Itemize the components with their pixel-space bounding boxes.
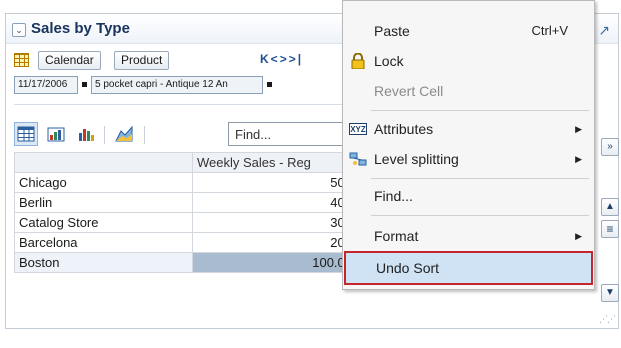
xyz-icon: XYZ — [349, 123, 367, 135]
svg-text:XYZ: XYZ — [350, 125, 366, 134]
table-row[interactable]: Catalog Store 300 — [14, 212, 357, 233]
table-row[interactable]: Berlin 400 — [14, 192, 357, 213]
menu-item-label: Revert Cell — [374, 83, 444, 99]
row-label[interactable]: Boston — [14, 252, 193, 273]
bar-chart-view-button[interactable] — [74, 122, 98, 146]
filter-separator — [267, 82, 272, 87]
navigation-arrows-icon[interactable]: K<>>| — [260, 52, 303, 66]
row-label[interactable]: Berlin — [14, 192, 193, 213]
submenu-arrow-icon: ▶ — [575, 124, 582, 134]
menu-item-shortcut: Ctrl+V — [531, 23, 568, 38]
first-page-icon[interactable]: K — [260, 52, 271, 66]
filter-separator — [82, 82, 87, 87]
cell-value[interactable]: 500 — [192, 172, 357, 193]
menu-item-attributes[interactable]: XYZ Attributes ▶ — [343, 114, 594, 144]
table-row-selected[interactable]: Boston 100.00 — [14, 252, 357, 273]
cell-value[interactable]: 300 — [192, 212, 357, 233]
menu-item-label: Lock — [374, 53, 404, 69]
scroll-thumb-icon[interactable]: ≡ — [601, 220, 619, 238]
menu-item-undo-sort[interactable]: Undo Sort — [344, 251, 593, 285]
table-header-row: Weekly Sales - Reg — [14, 152, 357, 173]
menu-separator — [371, 110, 589, 111]
context-menu: Paste Ctrl+V Lock Revert Cell XYZ Attrib… — [342, 0, 595, 290]
menu-separator — [371, 215, 589, 216]
toolbar-separator — [144, 126, 145, 144]
area-chart-view-button[interactable] — [112, 122, 136, 146]
chart-table-view-button[interactable] — [44, 122, 68, 146]
scroll-down-icon[interactable]: ▼ — [601, 284, 619, 302]
resize-grip-icon[interactable]: ⋰⋰ — [599, 314, 616, 325]
bar-chart-icon — [79, 129, 94, 141]
table-row[interactable]: Chicago 500 — [14, 172, 357, 193]
grid-view-icon[interactable] — [14, 53, 29, 67]
calendar-dimension-button[interactable]: Calendar — [38, 51, 101, 70]
menu-item-format[interactable]: Format ▶ — [343, 221, 594, 251]
row-label[interactable]: Barcelona — [14, 232, 193, 253]
toolbar-separator — [104, 126, 105, 144]
date-filter-chip[interactable]: 11/17/2006 — [14, 76, 78, 94]
menu-item-label: Attributes — [374, 121, 434, 137]
table-chart-icon — [47, 127, 65, 142]
sales-table: Weekly Sales - Reg Chicago 500 Berlin 40… — [14, 152, 357, 273]
submenu-arrow-icon: ▶ — [575, 154, 582, 164]
cell-value[interactable]: 400 — [192, 192, 357, 213]
column-header[interactable]: Weekly Sales - Reg — [192, 152, 357, 173]
prev-page-icon[interactable]: < — [271, 52, 280, 66]
area-chart-icon — [115, 125, 133, 142]
menu-item-paste[interactable]: Paste Ctrl+V — [343, 16, 594, 46]
row-header-corner — [14, 152, 193, 173]
last-page-icon[interactable]: >| — [289, 52, 303, 66]
menu-item-label: Format — [374, 228, 419, 244]
menu-separator — [371, 178, 589, 179]
panel-title: Sales by Type — [31, 20, 130, 37]
split-icon — [349, 152, 367, 166]
table-view-button[interactable] — [14, 122, 38, 146]
menu-item-label: Find... — [374, 188, 413, 204]
arrow-up-right-icon[interactable]: ↗ — [598, 22, 610, 39]
table-icon — [17, 126, 35, 142]
cell-value[interactable]: 200 — [192, 232, 357, 253]
row-label[interactable]: Chicago — [14, 172, 193, 193]
product-filter-chip[interactable]: 5 pocket capri - Antique 12 An — [91, 76, 263, 94]
find-input[interactable] — [228, 122, 358, 146]
menu-item-label: Undo Sort — [376, 260, 440, 276]
menu-item-lock[interactable]: Lock — [343, 46, 594, 76]
menu-item-label: Paste — [374, 23, 410, 39]
cell-value-selected[interactable]: 100.00 — [192, 252, 357, 273]
overflow-icon[interactable]: » — [601, 138, 619, 156]
table-row[interactable]: Barcelona 200 — [14, 232, 357, 253]
menu-item-level-splitting[interactable]: Level splitting ▶ — [343, 144, 594, 174]
menu-item-find[interactable]: Find... — [343, 181, 594, 211]
submenu-arrow-icon: ▶ — [575, 231, 582, 241]
collapse-chevron-icon[interactable]: ⌄ — [12, 23, 26, 37]
row-label[interactable]: Catalog Store — [14, 212, 193, 233]
menu-item-label: Level splitting — [374, 151, 459, 167]
menu-item-revert-cell: Revert Cell — [343, 76, 594, 106]
next-page-icon[interactable]: > — [280, 52, 289, 66]
lock-icon — [351, 53, 365, 69]
scroll-up-icon[interactable]: ▲ — [601, 198, 619, 216]
product-dimension-button[interactable]: Product — [114, 51, 170, 70]
